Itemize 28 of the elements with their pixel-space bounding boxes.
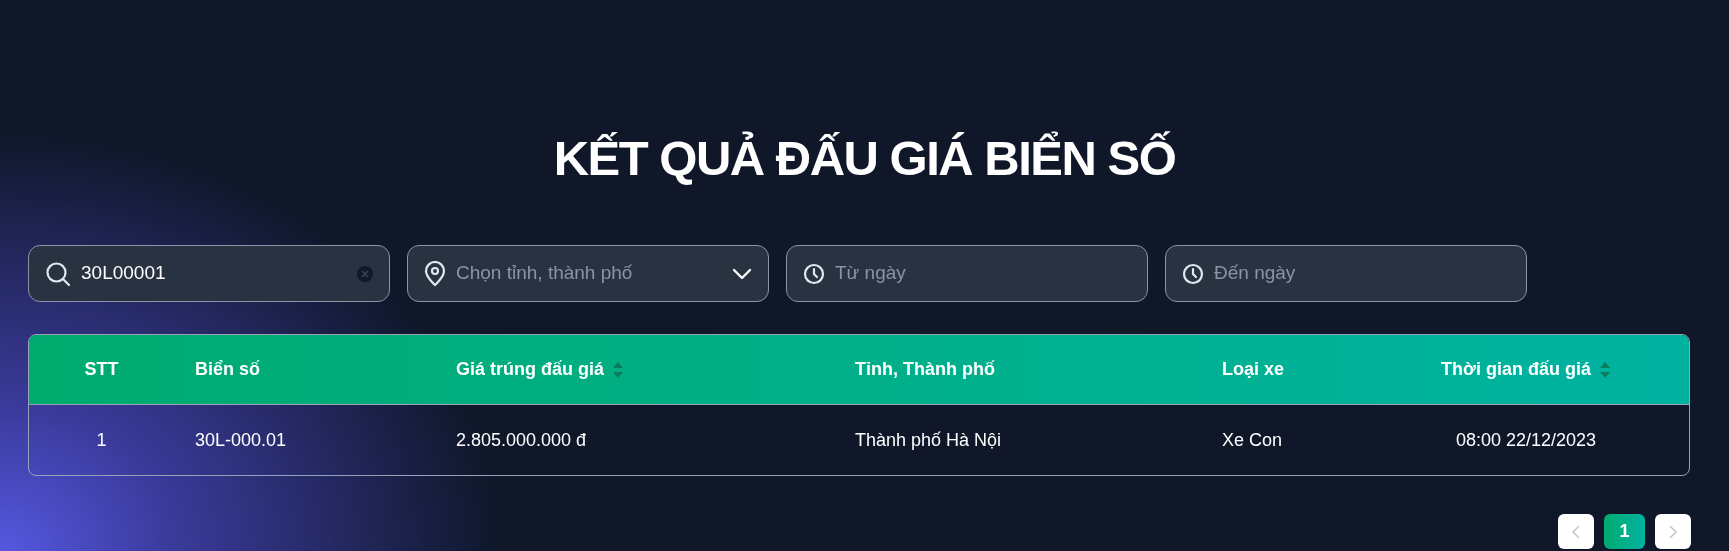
page-button[interactable]: 1 — [1604, 514, 1645, 549]
column-header: Tỉnh, Thành phố — [855, 358, 995, 381]
previous-page-button[interactable] — [1558, 514, 1594, 549]
clock-icon — [803, 262, 825, 285]
table-cell-text: 2.805.000.000 đ — [456, 428, 587, 452]
table-cell-text: 30L-000.01 — [195, 428, 287, 452]
table-cell-text: Xe Con — [1222, 428, 1283, 452]
date-field[interactable]: Từ ngày — [786, 245, 1148, 302]
search-icon — [45, 260, 71, 287]
clear-icon[interactable] — [357, 265, 373, 282]
date-field[interactable]: Đến ngày — [1165, 245, 1527, 302]
chevron-left-icon — [1572, 524, 1580, 539]
clock-icon — [1182, 262, 1204, 285]
search-field[interactable]: 30L00001 — [28, 245, 390, 302]
table-cell-text: 08:00 22/12/2023 — [1455, 428, 1597, 452]
column-header[interactable]: Thời gian đấu giá — [1441, 356, 1591, 383]
chevron-down-icon — [732, 267, 752, 280]
column-header: STT — [84, 358, 119, 381]
next-page-button[interactable] — [1655, 514, 1691, 549]
table-cell-text: 1 — [96, 428, 107, 452]
column-header[interactable]: Giá trúng đấu giá — [456, 356, 604, 383]
location-pin-icon — [424, 260, 446, 287]
column-header: Biển số — [195, 358, 260, 381]
page-title: KẾT QUẢ ĐẤU GIÁ BIỂN SỐ — [553, 130, 1176, 187]
chevron-right-icon — [1669, 524, 1677, 539]
column-header: Loại xe — [1222, 358, 1285, 381]
province-dropdown[interactable]: Chọn tỉnh, thành phố — [407, 245, 769, 302]
table-cell-text: Thành phố Hà Nội — [855, 428, 1002, 452]
